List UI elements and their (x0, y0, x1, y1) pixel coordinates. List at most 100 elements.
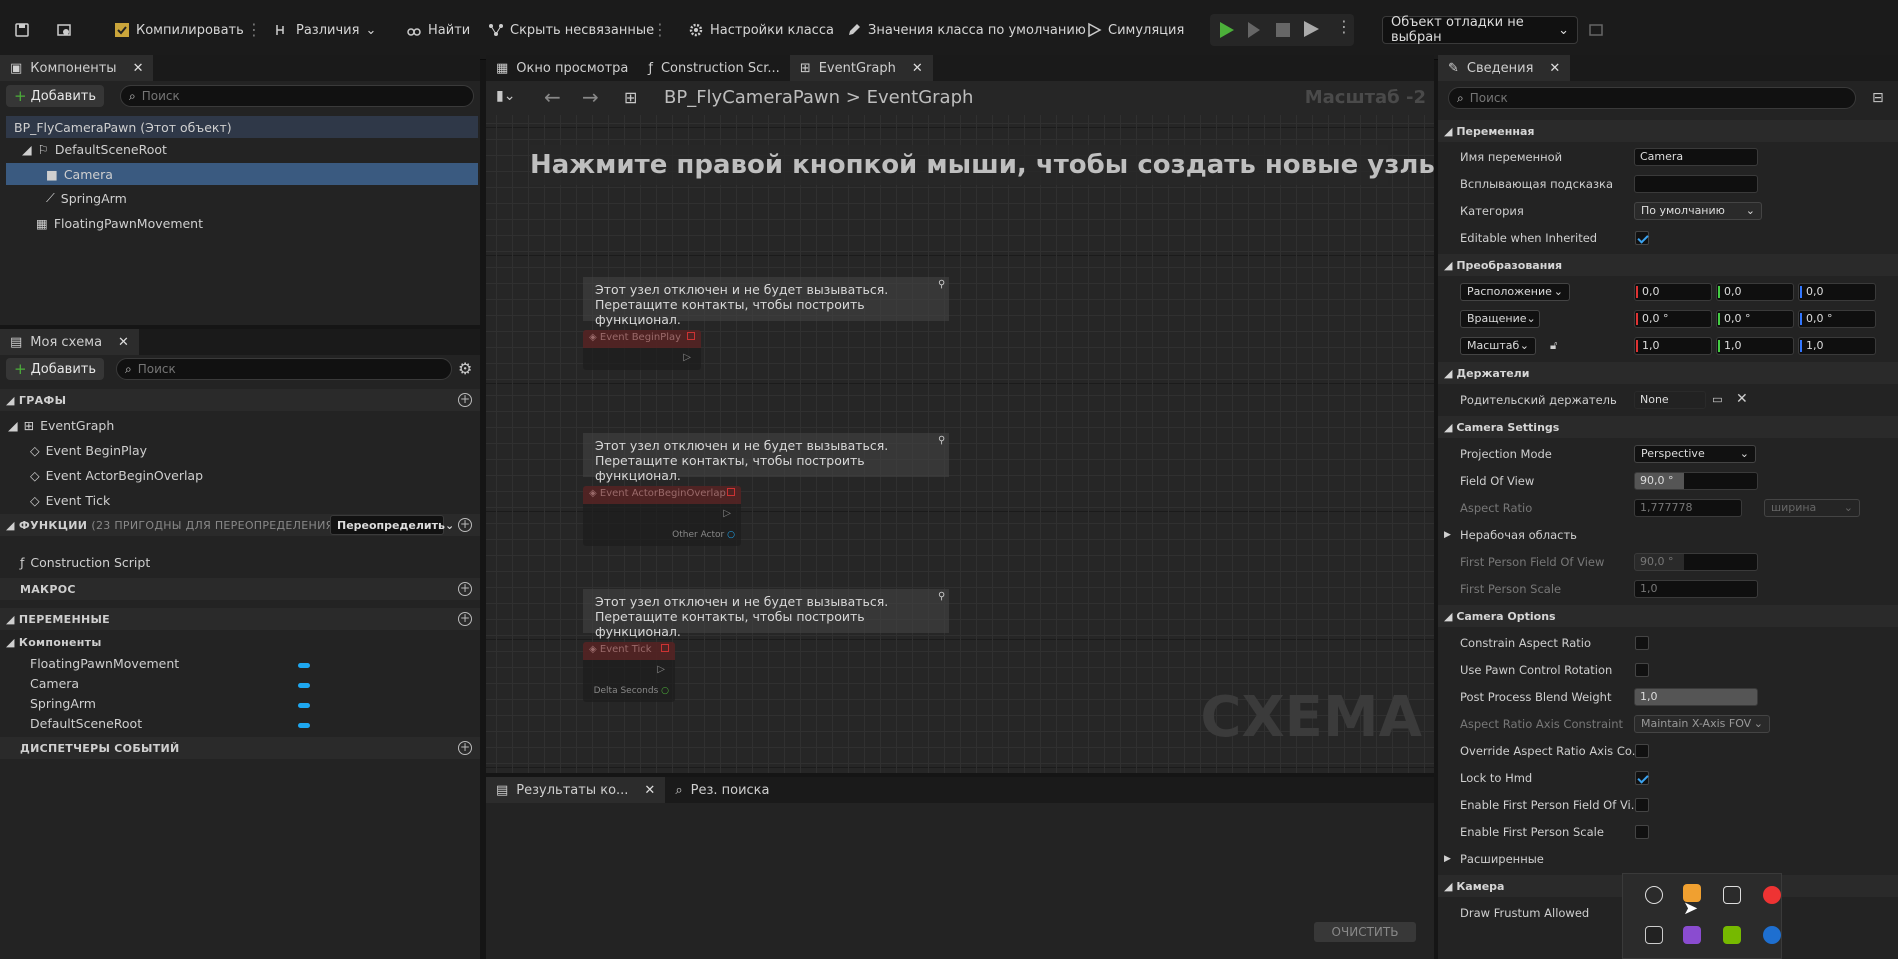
row-advanced[interactable]: ▶ Расширенные (1440, 848, 1898, 870)
bookmark-icon[interactable]: ▮⌄ (496, 88, 515, 104)
lock-to-hmd-checkbox[interactable] (1635, 771, 1649, 785)
post-process-blend-slider[interactable]: 1,0 (1634, 688, 1758, 706)
back-arrow-icon[interactable]: ← (544, 85, 561, 109)
exec-pin-icon[interactable]: ▷ (683, 352, 691, 363)
tab-myblueprint[interactable]: ▤ Моя схема ✕ (0, 329, 139, 355)
tray-nvidia-icon[interactable] (1723, 926, 1741, 944)
tree-item-springarm[interactable]: ⟋ SpringArm (6, 187, 478, 209)
tray-yandex-icon[interactable] (1763, 886, 1781, 904)
details-search[interactable]: ⌕ (1448, 87, 1856, 109)
section-macros[interactable]: МАКРОС (0, 578, 480, 600)
components-search[interactable]: ⌕ (120, 85, 474, 107)
location-mode-select[interactable]: Расположение ⌄ (1460, 283, 1570, 301)
exec-pin-icon[interactable]: ▷ (657, 664, 665, 675)
forward-arrow-icon[interactable]: → (582, 85, 599, 109)
add-member-button[interactable]: + Добавить (6, 358, 105, 380)
add-function-icon[interactable]: + (458, 518, 472, 532)
tab-details[interactable]: ✎ Сведения ✕ (1438, 55, 1571, 81)
variable-name-input[interactable]: Camera (1634, 148, 1758, 166)
parent-socket-field[interactable]: None (1634, 391, 1706, 409)
debug-browse-icon[interactable] (1588, 17, 1604, 43)
find-button[interactable]: Найти (406, 17, 470, 43)
step-icon[interactable] (1248, 22, 1260, 38)
close-icon[interactable]: ✕ (644, 783, 655, 798)
add-variable-icon[interactable]: + (458, 612, 472, 626)
add-component-button[interactable]: + Добавить (6, 85, 105, 107)
close-icon[interactable]: ✕ (1549, 61, 1560, 76)
add-dispatcher-icon[interactable]: + (458, 741, 472, 755)
class-defaults-button[interactable]: Значения класса по умолчанию (846, 17, 1086, 43)
components-search-input[interactable] (141, 89, 435, 103)
details-search-input[interactable] (1469, 91, 1809, 105)
tab-construction-script[interactable]: ƒ Construction Scr... (638, 55, 789, 81)
close-icon[interactable]: ✕ (118, 335, 129, 350)
pin-other-actor[interactable]: Other Actor ○ (672, 530, 735, 540)
location-x-input[interactable]: 0,0 (1634, 283, 1712, 301)
section-variable[interactable]: ◢ Переменная (1438, 120, 1898, 142)
pin-icon[interactable]: ⚲ (938, 435, 945, 446)
hide-unrelated-button[interactable]: Скрыть несвязанные (488, 17, 654, 43)
play-icon[interactable] (1220, 22, 1234, 38)
pawn-control-rotation-checkbox[interactable] (1635, 663, 1649, 677)
fov-slider[interactable]: 90,0 ° (1634, 472, 1758, 490)
variable-item[interactable]: DefaultSceneRoot (30, 712, 142, 734)
diff-button[interactable]: Различия ⌄ (274, 17, 376, 43)
breadcrumb-graph[interactable]: EventGraph (867, 87, 974, 108)
tab-eventgraph[interactable]: ⊞ EventGraph ✕ (789, 55, 933, 81)
tray-bluetooth-icon[interactable] (1763, 926, 1781, 944)
enable-fp-scale-checkbox[interactable] (1635, 825, 1649, 839)
gear-icon[interactable]: ⚙ (458, 359, 472, 378)
enable-fp-fov-checkbox[interactable] (1635, 798, 1649, 812)
location-y-input[interactable]: 0,0 (1716, 283, 1794, 301)
myblueprint-search[interactable]: ⌕ (116, 358, 452, 380)
override-function-select[interactable]: Переопределить ⌄ (330, 515, 454, 535)
breadcrumb-root[interactable]: BP_FlyCameraPawn (664, 87, 840, 108)
tab-find-results[interactable]: ⌕ Рез. поиска (665, 777, 779, 803)
add-macro-icon[interactable]: + (458, 582, 472, 596)
node-event-tick[interactable]: ◈ Event Tick ▷ Delta Seconds ○ (583, 642, 675, 702)
node-event-actorbeginoverlap[interactable]: ◈ Event ActorBeginOverlap ▷ Other Actor ○ (583, 486, 741, 546)
browse-icon[interactable]: ▭ (1712, 392, 1723, 406)
event-item-beginplay[interactable]: ◇ Event BeginPlay (30, 439, 147, 461)
tray-app-icon[interactable] (1683, 926, 1701, 944)
section-camera-settings[interactable]: ◢ Camera Settings (1438, 416, 1898, 438)
section-event-dispatchers[interactable]: ДИСПЕТЧЕРЫ СОБЫТИЙ (0, 737, 480, 759)
myblueprint-search-input[interactable] (137, 362, 415, 376)
rotation-y-input[interactable]: 0,0 ° (1716, 310, 1794, 328)
event-item-tick[interactable]: ◇ Event Tick (30, 489, 110, 511)
browse-icon[interactable] (56, 17, 72, 43)
clear-button[interactable]: ОЧИСТИТЬ (1314, 922, 1416, 942)
location-z-input[interactable]: 0,0 (1798, 283, 1876, 301)
compile-options-icon[interactable]: ⋮ (246, 18, 262, 42)
constrain-aspect-checkbox[interactable] (1635, 636, 1649, 650)
category-select[interactable]: По умолчанию ⌄ (1634, 202, 1762, 220)
exec-pin-icon[interactable]: ▷ (723, 508, 731, 519)
tab-compiler-results[interactable]: ▤ Результаты ко... ✕ (486, 777, 666, 803)
pin-icon[interactable]: ⚲ (938, 279, 945, 290)
editable-inherited-checkbox[interactable] (1635, 231, 1649, 245)
comment-box[interactable]: Этот узел отключен и не будет вызываться… (583, 433, 949, 483)
save-icon[interactable] (14, 17, 30, 43)
section-graphs[interactable]: ◢ ГРАФЫ (0, 389, 480, 411)
pin-delta-seconds[interactable]: Delta Seconds ○ (594, 686, 669, 696)
pin-icon[interactable]: ⚲ (938, 591, 945, 602)
function-item-construction-script[interactable]: ƒ Construction Script (20, 551, 150, 573)
variable-item[interactable]: FloatingPawnMovement (30, 652, 179, 674)
rotation-mode-select[interactable]: Вращение ⌄ (1460, 310, 1540, 328)
clear-icon[interactable]: ✕ (1736, 391, 1748, 407)
variable-group-components[interactable]: ◢ Компоненты (6, 631, 102, 653)
scale-mode-select[interactable]: Масштаб ⌄ (1460, 337, 1536, 355)
graph-item-eventgraph[interactable]: ◢ ⊞ EventGraph (8, 414, 114, 436)
row-overscan[interactable]: ▶ Нерабочая область (1440, 524, 1898, 546)
node-event-beginplay[interactable]: ◈ Event BeginPlay ▷ (583, 330, 701, 370)
hide-options-icon[interactable]: ⋮ (652, 18, 668, 42)
compile-button[interactable]: Компилировать (114, 17, 244, 43)
debug-object-select[interactable]: Объект отладки не выбран ⌄ (1382, 15, 1578, 45)
variable-item[interactable]: Camera (30, 672, 79, 694)
comment-box[interactable]: Этот узел отключен и не будет вызываться… (583, 589, 949, 639)
aspect-ratio-select[interactable]: ширина ⌄ (1764, 499, 1860, 517)
first-person-fov-slider[interactable]: 90,0 ° (1634, 553, 1758, 571)
scale-x-input[interactable]: 1,0 (1634, 337, 1712, 355)
first-person-scale-input[interactable]: 1,0 (1634, 580, 1758, 598)
property-matrix-icon[interactable]: ⊟ (1872, 90, 1884, 106)
